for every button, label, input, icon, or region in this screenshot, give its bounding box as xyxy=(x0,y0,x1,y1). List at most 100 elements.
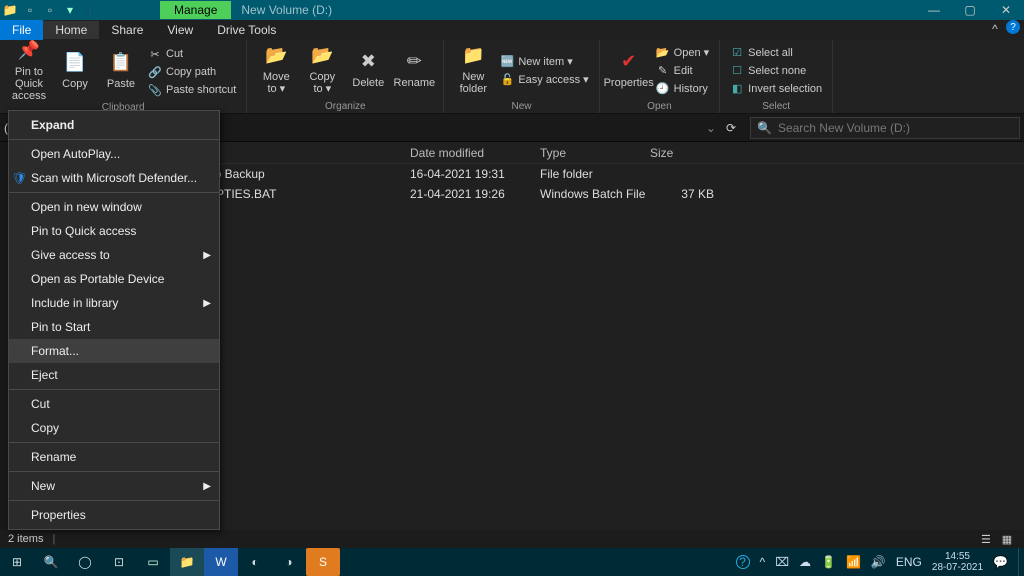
tab-view[interactable]: View xyxy=(155,21,205,39)
ctx-copy[interactable]: Copy xyxy=(9,416,219,440)
search-input[interactable]: 🔍 Search New Volume (D:) xyxy=(750,117,1020,139)
chevron-right-icon: ▶ xyxy=(203,298,211,309)
new-folder-button[interactable]: 📁New folder xyxy=(450,42,496,99)
qat-dropdown-icon[interactable]: ▾ xyxy=(61,1,79,19)
taskbar-app[interactable]: ▭ xyxy=(136,548,170,576)
cut-button[interactable]: ✂Cut xyxy=(148,45,236,63)
copy-button[interactable]: 📄Copy xyxy=(52,42,98,102)
ctx-defender[interactable]: 🛡Scan with Microsoft Defender... xyxy=(9,166,219,190)
quick-item-icon[interactable]: ▫ xyxy=(21,1,39,19)
close-button[interactable]: ✕ xyxy=(988,0,1024,20)
tray-overflow-icon[interactable]: ^ xyxy=(760,555,766,569)
select-none-button[interactable]: ☐Select none xyxy=(730,62,822,80)
help-tray-icon[interactable]: ? xyxy=(736,555,750,569)
ctx-autoplay[interactable]: Open AutoPlay... xyxy=(9,142,219,166)
show-desktop-button[interactable] xyxy=(1018,548,1022,576)
ribbon-collapse-icon[interactable]: ^ xyxy=(986,20,1004,38)
cortana-button[interactable]: ◯ xyxy=(68,548,102,576)
edit-button[interactable]: ✎Edit xyxy=(656,62,710,80)
file-list[interactable]: ^ Date modified Type Size sio Backup 16-… xyxy=(170,142,1024,530)
taskbar-explorer[interactable]: 📁 xyxy=(170,548,204,576)
list-item[interactable]: MPTIES.BAT 21-04-2021 19:26 Windows Batc… xyxy=(170,184,1024,204)
rename-button[interactable]: ✏Rename xyxy=(391,42,437,99)
select-all-button[interactable]: ☑Select all xyxy=(730,44,822,62)
ctx-pin-start[interactable]: Pin to Start xyxy=(9,315,219,339)
system-tray: ? ^ ⌧ ☁ 🔋 📶 🔊 ENG 14:55 28-07-2021 💬 xyxy=(736,548,1024,576)
chevron-right-icon: ▶ xyxy=(203,250,211,261)
search-button[interactable]: 🔍 xyxy=(34,548,68,576)
ctx-give-access[interactable]: Give access to▶ xyxy=(9,243,219,267)
status-items-count: 2 items xyxy=(8,533,43,545)
ctx-library[interactable]: Include in library▶ xyxy=(9,291,219,315)
view-details-icon[interactable]: ☰ xyxy=(977,533,995,546)
taskbar-chrome2[interactable]: ◑ xyxy=(272,548,306,576)
ribbon-group-new: 📁New folder 🆕New item ▾ 🔓Easy access ▾ N… xyxy=(444,40,599,113)
battery-icon[interactable]: 🔋 xyxy=(821,555,836,569)
paste-shortcut-button[interactable]: 📎Paste shortcut xyxy=(148,81,236,99)
taskbar-skype[interactable]: S xyxy=(306,548,340,576)
ctx-cut[interactable]: Cut xyxy=(9,392,219,416)
window-title: New Volume (D:) xyxy=(241,3,332,17)
task-view-button[interactable]: ⊡ xyxy=(102,548,136,576)
taskbar: ⊞ 🔍 ◯ ⊡ ▭ 📁 W ◐ ◑ S ? ^ ⌧ ☁ 🔋 📶 🔊 ENG 14… xyxy=(0,548,1024,576)
tab-drive-tools[interactable]: Drive Tools xyxy=(205,21,288,39)
col-size[interactable]: Size xyxy=(650,146,720,160)
tab-share[interactable]: Share xyxy=(99,21,155,39)
move-to-button[interactable]: 📂Move to ▾ xyxy=(253,42,299,99)
pin-to-quick-access-button[interactable]: 📌Pin to Quick access xyxy=(6,42,52,102)
context-menu: Expand Open AutoPlay... 🛡Scan with Micro… xyxy=(8,110,220,530)
open-button[interactable]: 📂Open ▾ xyxy=(656,44,710,62)
ctx-rename[interactable]: Rename xyxy=(9,445,219,469)
status-bar: 2 items | ☰ ▦ xyxy=(0,530,1024,548)
minimize-button[interactable]: — xyxy=(916,0,952,20)
contextual-tab-manage[interactable]: Manage xyxy=(160,1,231,19)
ctx-format[interactable]: Format... xyxy=(9,339,219,363)
volume-icon[interactable]: 🔊 xyxy=(871,555,886,569)
ctx-expand[interactable]: Expand xyxy=(9,113,219,137)
view-large-icon[interactable]: ▦ xyxy=(998,533,1016,546)
ctx-properties[interactable]: Properties xyxy=(9,503,219,527)
maximize-button[interactable]: ▢ xyxy=(952,0,988,20)
taskbar-clock[interactable]: 14:55 28-07-2021 xyxy=(932,551,983,573)
taskbar-chrome[interactable]: ◐ xyxy=(238,548,272,576)
history-button[interactable]: 🕘History xyxy=(656,80,710,98)
copy-to-button[interactable]: 📂Copy to ▾ xyxy=(299,42,345,99)
ribbon: 📌Pin to Quick access 📄Copy 📋Paste ✂Cut 🔗… xyxy=(0,40,1024,114)
list-item[interactable]: sio Backup 16-04-2021 19:31 File folder xyxy=(170,164,1024,184)
ribbon-group-select: ☑Select all ☐Select none ◧Invert selecti… xyxy=(720,40,833,113)
taskbar-word[interactable]: W xyxy=(204,548,238,576)
start-button[interactable]: ⊞ xyxy=(0,548,34,576)
ctx-portable[interactable]: Open as Portable Device xyxy=(9,267,219,291)
ctx-new[interactable]: New▶ xyxy=(9,474,219,498)
onedrive-icon[interactable]: ☁ xyxy=(799,555,811,569)
tab-home[interactable]: Home xyxy=(43,21,99,39)
title-bar: 📁 ▫ ▫ ▾ | Manage New Volume (D:) — ▢ ✕ xyxy=(0,0,1024,20)
paste-button[interactable]: 📋Paste xyxy=(98,42,144,102)
wifi-icon[interactable]: 📶 xyxy=(846,555,861,569)
ctx-pin-quick[interactable]: Pin to Quick access xyxy=(9,219,219,243)
ribbon-tabs: File Home Share View Drive Tools ^ ? xyxy=(0,20,1024,40)
column-headers[interactable]: ^ Date modified Type Size xyxy=(170,142,1024,164)
group-label: Open xyxy=(647,99,671,113)
col-type[interactable]: Type xyxy=(540,146,650,160)
new-item-button[interactable]: 🆕New item ▾ xyxy=(500,53,588,71)
quick-item-icon[interactable]: ▫ xyxy=(41,1,59,19)
delete-button[interactable]: ✖Delete xyxy=(345,42,391,99)
shield-icon: 🛡 xyxy=(12,171,27,185)
touchpad-icon[interactable]: ⌧ xyxy=(775,555,789,569)
refresh-icon[interactable]: ⟳ xyxy=(726,121,736,135)
ctx-eject[interactable]: Eject xyxy=(9,363,219,387)
language-indicator[interactable]: ENG xyxy=(896,555,922,569)
ctx-open-new-window[interactable]: Open in new window xyxy=(9,195,219,219)
help-icon[interactable]: ? xyxy=(1006,20,1020,34)
easy-access-button[interactable]: 🔓Easy access ▾ xyxy=(500,71,588,89)
copy-path-button[interactable]: 🔗Copy path xyxy=(148,63,236,81)
invert-selection-button[interactable]: ◧Invert selection xyxy=(730,80,822,98)
col-date[interactable]: Date modified xyxy=(410,146,540,160)
properties-button[interactable]: ✔Properties xyxy=(606,42,652,99)
tab-file[interactable]: File xyxy=(0,20,43,40)
ribbon-group-open: ✔Properties 📂Open ▾ ✎Edit 🕘History Open xyxy=(600,40,721,113)
notifications-icon[interactable]: 💬 xyxy=(993,555,1008,569)
dropdown-icon[interactable]: ⌄ xyxy=(706,121,716,135)
quick-access-toolbar: 📁 ▫ ▫ ▾ | xyxy=(0,0,100,20)
